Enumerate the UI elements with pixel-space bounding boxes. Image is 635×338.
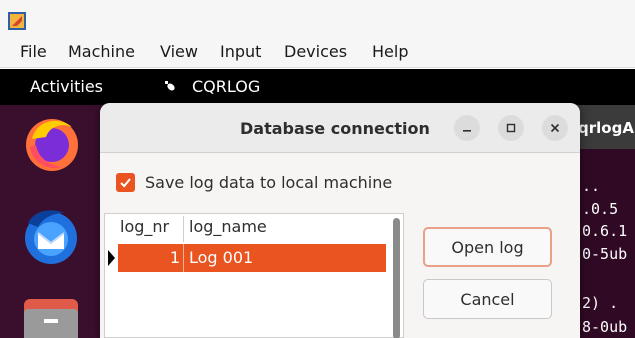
cell-log-nr: 1 (169, 248, 180, 267)
app-indicator[interactable]: CQRLOG (164, 77, 260, 96)
terminal-line: 2) . (582, 294, 619, 312)
close-icon (550, 123, 560, 133)
checkmark-icon (120, 178, 131, 188)
menu-help[interactable]: Help (372, 42, 408, 61)
save-local-checkbox[interactable] (116, 173, 135, 192)
vbox-menubar: File Machine View Input Devices Help (0, 36, 635, 68)
close-button[interactable] (542, 115, 568, 141)
row-pointer-icon (108, 250, 115, 266)
thunderbird-icon[interactable] (20, 205, 82, 267)
cqrlog-icon (165, 80, 175, 90)
maximize-button[interactable] (498, 115, 524, 141)
database-connection-dialog: Database connection Save log data to loc… (100, 103, 580, 338)
log-grid[interactable]: log_nr log_name 1 Log 001 (104, 213, 404, 338)
cell-log-name: Log 001 (189, 248, 254, 267)
terminal-title: qrlogA (578, 119, 634, 137)
menu-input[interactable]: Input (220, 42, 261, 61)
minimize-icon (463, 130, 471, 132)
column-header-log-name[interactable]: log_name (189, 217, 267, 236)
terminal-line: 8-0ub (582, 318, 628, 336)
column-header-log-nr[interactable]: log_nr (120, 217, 169, 236)
dialog-title: Database connection (240, 119, 430, 138)
terminal-line: .0.5 (582, 200, 619, 218)
cancel-button[interactable]: Cancel (423, 279, 552, 319)
app-indicator-label: CQRLOG (192, 77, 261, 96)
terminal-line: 0.6.1 (582, 222, 628, 240)
row-indicator (105, 244, 118, 272)
save-local-checkbox-row[interactable]: Save log data to local machine (116, 173, 392, 192)
grid-scrollbar[interactable] (393, 218, 400, 338)
terminal-line: 0-5ub (582, 245, 628, 263)
virtualbox-icon (8, 12, 26, 30)
activities-button[interactable]: Activities (30, 77, 103, 96)
vbox-titlebar (0, 0, 635, 36)
terminal-line: .. (582, 177, 601, 195)
files-icon[interactable] (22, 297, 80, 338)
menu-machine[interactable]: Machine (68, 42, 135, 61)
open-log-button[interactable]: Open log (423, 227, 552, 267)
cell-divider (183, 244, 184, 272)
gnome-top-bar: Activities CQRLOG (0, 69, 635, 105)
table-row[interactable]: 1 Log 001 (118, 244, 386, 272)
dialog-header: Database connection (100, 103, 580, 153)
menu-file[interactable]: File (20, 42, 47, 61)
dock (0, 105, 110, 338)
grid-header: log_nr log_name (105, 214, 395, 242)
minimize-button[interactable] (454, 115, 480, 141)
save-local-label: Save log data to local machine (145, 173, 393, 192)
column-divider (183, 216, 184, 242)
menu-view[interactable]: View (160, 42, 198, 61)
firefox-icon[interactable] (22, 113, 82, 173)
menu-devices[interactable]: Devices (284, 42, 347, 61)
maximize-icon (506, 123, 516, 133)
